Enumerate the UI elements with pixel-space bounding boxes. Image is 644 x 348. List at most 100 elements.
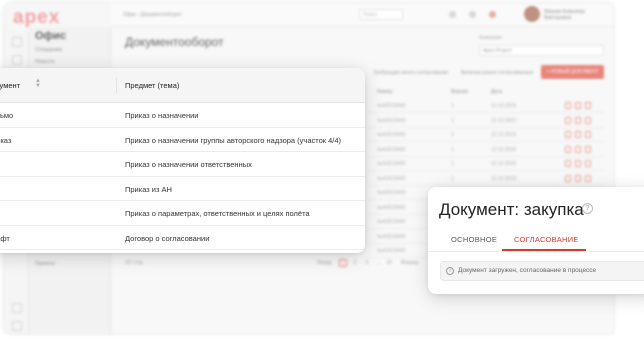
bg-cell: 12.12.2023: [491, 146, 517, 153]
active-tab-indicator: [502, 249, 586, 251]
table-row[interactable]: исьмо Приказ о назначении: [0, 103, 365, 128]
bg-cell: 1: [451, 161, 454, 167]
filter-my-approval[interactable]: Требующие моего согласования: [373, 70, 448, 76]
cell-subject: Приказ о назначении: [125, 111, 199, 120]
delete-icon[interactable]: [585, 102, 591, 109]
breadcrumb[interactable]: Офис › Документооборот: [123, 12, 182, 18]
pen-icon[interactable]: [575, 174, 581, 182]
bg-cell: №А2515К40: [377, 248, 406, 254]
mail-icon[interactable]: [489, 11, 496, 18]
edit-icon[interactable]: [565, 131, 571, 138]
bg-cell: №А2515К40: [377, 146, 406, 153]
question-icon[interactable]: ?: [582, 203, 593, 214]
bg-cell: 1: [451, 146, 454, 153]
column-header-document[interactable]: окумент: [0, 81, 20, 90]
bg-table-row[interactable]: №А2515К40 1 12.12.2023: [367, 172, 604, 186]
pen-icon[interactable]: [575, 145, 581, 153]
cell-document-type: рафт: [0, 233, 10, 243]
table-row[interactable]: риказ Приказ о назначении группы авторско…: [0, 128, 365, 152]
settings-icon[interactable]: [12, 303, 22, 313]
status-text: Документ загружен, согласование в процес…: [458, 267, 597, 274]
bg-table-row[interactable]: №А2515К40 1 12.12.2023: [367, 114, 604, 128]
pen-icon[interactable]: [575, 102, 581, 109]
search-input[interactable]: Поиск: [359, 9, 403, 20]
edit-icon[interactable]: [565, 160, 571, 167]
logout-icon[interactable]: [12, 321, 22, 331]
next-page[interactable]: Вперед: [401, 260, 418, 266]
cell-subject: Приказ из АН: [125, 184, 172, 194]
bg-table-row[interactable]: №А2515К40 1 12.12.2023: [367, 143, 604, 157]
bg-cell: 12.12.2023: [491, 132, 517, 138]
edit-icon[interactable]: [565, 174, 571, 182]
help-icon[interactable]: [449, 11, 456, 18]
bg-cell: №А2515К40: [377, 190, 406, 196]
pen-icon[interactable]: [575, 116, 581, 124]
bg-cell: №А2515К40: [377, 175, 406, 182]
page-3[interactable]: 3: [363, 259, 371, 267]
delete-icon[interactable]: [585, 131, 591, 138]
user-name[interactable]: Ивания Ковалева Викторовна: [544, 9, 592, 21]
table-row[interactable]: ЛПриказ о назначении ответственных: [0, 152, 365, 177]
edit-icon[interactable]: [565, 102, 571, 109]
bg-cell: 12.12.2023: [491, 117, 517, 124]
edit-icon[interactable]: [565, 116, 571, 124]
bg-cell: №А2515К40: [377, 219, 406, 225]
column-divider: [116, 78, 117, 93]
company-select[interactable]: Apex Project: [479, 45, 604, 56]
bg-col-number: Номер: [377, 89, 393, 95]
bg-cell: 12.12.2023: [491, 161, 517, 167]
cell-subject: Договор о согласовании: [125, 233, 210, 243]
sort-icon[interactable]: ▲ ▼: [35, 78, 41, 89]
avatar[interactable]: [524, 6, 540, 22]
delete-icon[interactable]: [585, 116, 591, 124]
bg-col-version: Версия: [451, 89, 468, 95]
table-row[interactable]: ВПриказ из АН: [0, 177, 365, 201]
sidebar-item-employees[interactable]: Сотрудники: [35, 47, 62, 53]
bg-cell: №А2515К40: [377, 161, 406, 167]
tab-approval[interactable]: СОГЛАСОВАНИЕ: [514, 235, 579, 244]
bg-table-row[interactable]: №А2515К40 1 12.12.2023: [367, 128, 604, 142]
document-card: Документ: закупка ? ОСНОВНОЕ СОГЛАСОВАНИ…: [428, 187, 644, 294]
sidebar-item-projects[interactable]: Проекты: [35, 261, 55, 267]
bg-cell: №А2515К40: [377, 103, 406, 109]
table-row[interactable]: ЛПриказ о параметрах, ответственных и це…: [0, 201, 365, 226]
cell-subject: Приказ о назначении группы авторского на…: [125, 135, 342, 145]
company-label: Компания: [479, 35, 502, 41]
page-last[interactable]: 10: [385, 259, 393, 267]
document-title: Документ: закупка: [439, 200, 584, 219]
delete-icon[interactable]: [585, 160, 591, 167]
column-header-subject[interactable]: Предмет (тема): [125, 81, 179, 90]
page-size[interactable]: 10 / стр.: [125, 260, 144, 266]
info-icon: i: [446, 267, 454, 275]
edit-icon[interactable]: [565, 145, 571, 153]
tabs-divider: [428, 251, 644, 252]
bg-cell: №А2515К40: [377, 233, 406, 240]
top-bar: Офис › Документооборот Поиск Ивания Кова…: [111, 3, 614, 27]
filter-include-approved[interactable]: Включая ранее согласованные: [461, 70, 533, 76]
page-1[interactable]: 1: [339, 259, 347, 267]
delete-icon[interactable]: [585, 145, 591, 153]
table-row[interactable]: рафт Договор о согласовании: [0, 226, 365, 250]
home-icon[interactable]: [12, 37, 22, 47]
table-header: окумент ▲▼ Предмет (тема): [0, 68, 365, 103]
bg-cell: 1: [451, 103, 454, 109]
pen-icon[interactable]: [575, 160, 581, 167]
delete-icon[interactable]: [585, 174, 591, 182]
bg-cell: №А2515К40: [377, 117, 406, 124]
tab-main[interactable]: ОСНОВНОЕ: [451, 235, 497, 244]
page-2[interactable]: 2: [351, 259, 359, 267]
documents-table-card: окумент ▲▼ Предмет (тема) исьмо Приказ о …: [0, 68, 365, 253]
bg-table-row[interactable]: №А2515К40 1 12.12.2023: [367, 99, 604, 113]
prev-page[interactable]: Назад: [317, 260, 331, 266]
new-document-button[interactable]: + НОВЫЙ ДОКУМЕНТ: [541, 65, 604, 79]
bg-table-row[interactable]: №А2515К40 1 12.12.2023: [367, 157, 604, 171]
status-banner: i Документ загружен, согласование в проц…: [440, 261, 644, 281]
cell-subject: Приказ о назначении ответственных: [125, 160, 252, 169]
bg-cell: №А2515К40: [377, 204, 406, 211]
bell-icon[interactable]: [469, 11, 476, 18]
pen-icon[interactable]: [575, 131, 581, 138]
bg-cell: 12.12.2023: [491, 103, 517, 109]
sidebar-item-news[interactable]: Новости: [35, 59, 54, 65]
bg-cell: 1: [451, 117, 454, 124]
office-icon[interactable]: [12, 55, 22, 65]
